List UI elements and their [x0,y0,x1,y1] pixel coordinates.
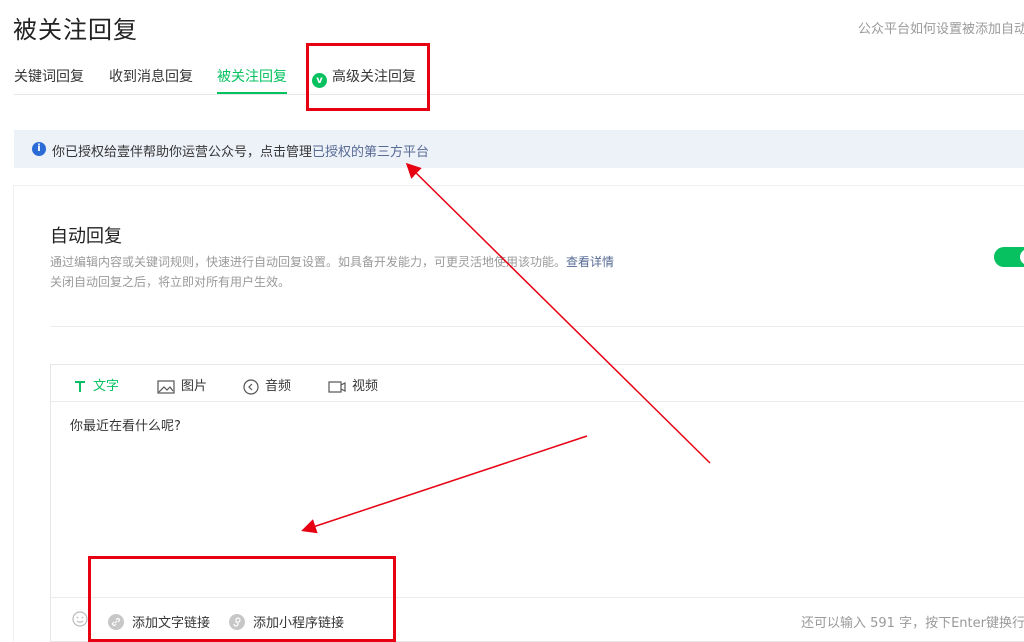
auto-reply-card: 自动回复 通过编辑内容或关键词规则，快速进行自动回复设置。如具备开发能力，可更灵… [14,186,1024,642]
button-label: 添加小程序链接 [253,616,345,631]
button-label: 添加文字链接 [132,616,211,631]
tab-label: 高级关注回复 [332,69,416,85]
video-icon [328,380,346,394]
char-counter: 还可以输入 591 字，按下Enter键换行 [801,616,1024,631]
notice-text: 你已授权给壹伴帮助你运营公众号，点击管理已授权的第三方平台 [52,141,429,160]
description-line-1: 通过编辑内容或关键词规则，快速进行自动回复设置。如具备开发能力，可更灵活地使用该… [50,255,567,269]
reply-editor: 文字 图片 音频 视频 你最近在看什么呢? 添加文字链接 添加小程序链接 还可以… [50,364,1024,642]
text-icon [73,380,87,394]
section-description: 通过编辑内容或关键词规则，快速进行自动回复设置。如具备开发能力，可更灵活地使用该… [50,252,614,292]
notice-message: 你已授权给壹伴帮助你运营公众号，点击管理 [52,145,313,160]
tool-image[interactable]: 图片 [157,375,207,394]
emoji-icon[interactable] [72,611,88,627]
tool-audio[interactable]: 音频 [243,375,291,395]
page-title: 被关注回复 [13,16,138,44]
tool-text[interactable]: 文字 [73,375,119,394]
tab-bar: 关键词回复 收到消息回复 被关注回复 v 高级关注回复 [14,58,1024,95]
image-icon [157,379,175,394]
view-details-link[interactable]: 查看详情 [566,255,614,269]
reply-content[interactable]: 你最近在看什么呢? [70,415,181,434]
tab-advanced-follow-reply[interactable]: v 高级关注回复 [312,66,416,94]
third-party-platform-link[interactable]: 已授权的第三方平台 [312,145,429,160]
v-badge-icon: v [312,73,327,88]
tab-label: 被关注回复 [217,69,287,85]
editor-footer: 添加文字链接 添加小程序链接 还可以输入 591 字，按下Enter键换行 [51,597,1024,642]
section-title: 自动回复 [50,226,122,247]
tab-follow-reply[interactable]: 被关注回复 [217,66,287,94]
divider [50,326,1024,327]
description-line-2: 关闭自动回复之后，将立即对所有用户生效。 [50,275,291,289]
add-miniprogram-link-button[interactable]: 添加小程序链接 [229,612,344,631]
auth-notice: i 你已授权给壹伴帮助你运营公众号，点击管理已授权的第三方平台 [14,130,1024,168]
toggle-knob [1020,249,1024,265]
tool-label: 音频 [265,379,292,394]
audio-icon [243,378,259,395]
miniprogram-icon [229,614,245,630]
auto-reply-toggle[interactable] [994,247,1024,267]
tool-label: 文字 [93,379,120,394]
tool-video[interactable]: 视频 [328,375,378,394]
tab-keyword-reply[interactable]: 关键词回复 [14,66,84,94]
page: 被关注回复 公众平台如何设置被添加自动 关键词回复 收到消息回复 被关注回复 v… [0,0,1024,642]
add-text-link-button[interactable]: 添加文字链接 [108,612,210,631]
editor-toolbar: 文字 图片 音频 视频 [51,365,1024,402]
tool-label: 图片 [181,379,208,394]
tab-label: 收到消息回复 [109,69,193,85]
tab-label: 关键词回复 [14,69,84,85]
info-icon: i [32,142,46,156]
tab-message-reply[interactable]: 收到消息回复 [109,66,193,94]
help-link[interactable]: 公众平台如何设置被添加自动 [858,18,1024,37]
tool-label: 视频 [352,379,379,394]
link-icon [108,614,124,630]
